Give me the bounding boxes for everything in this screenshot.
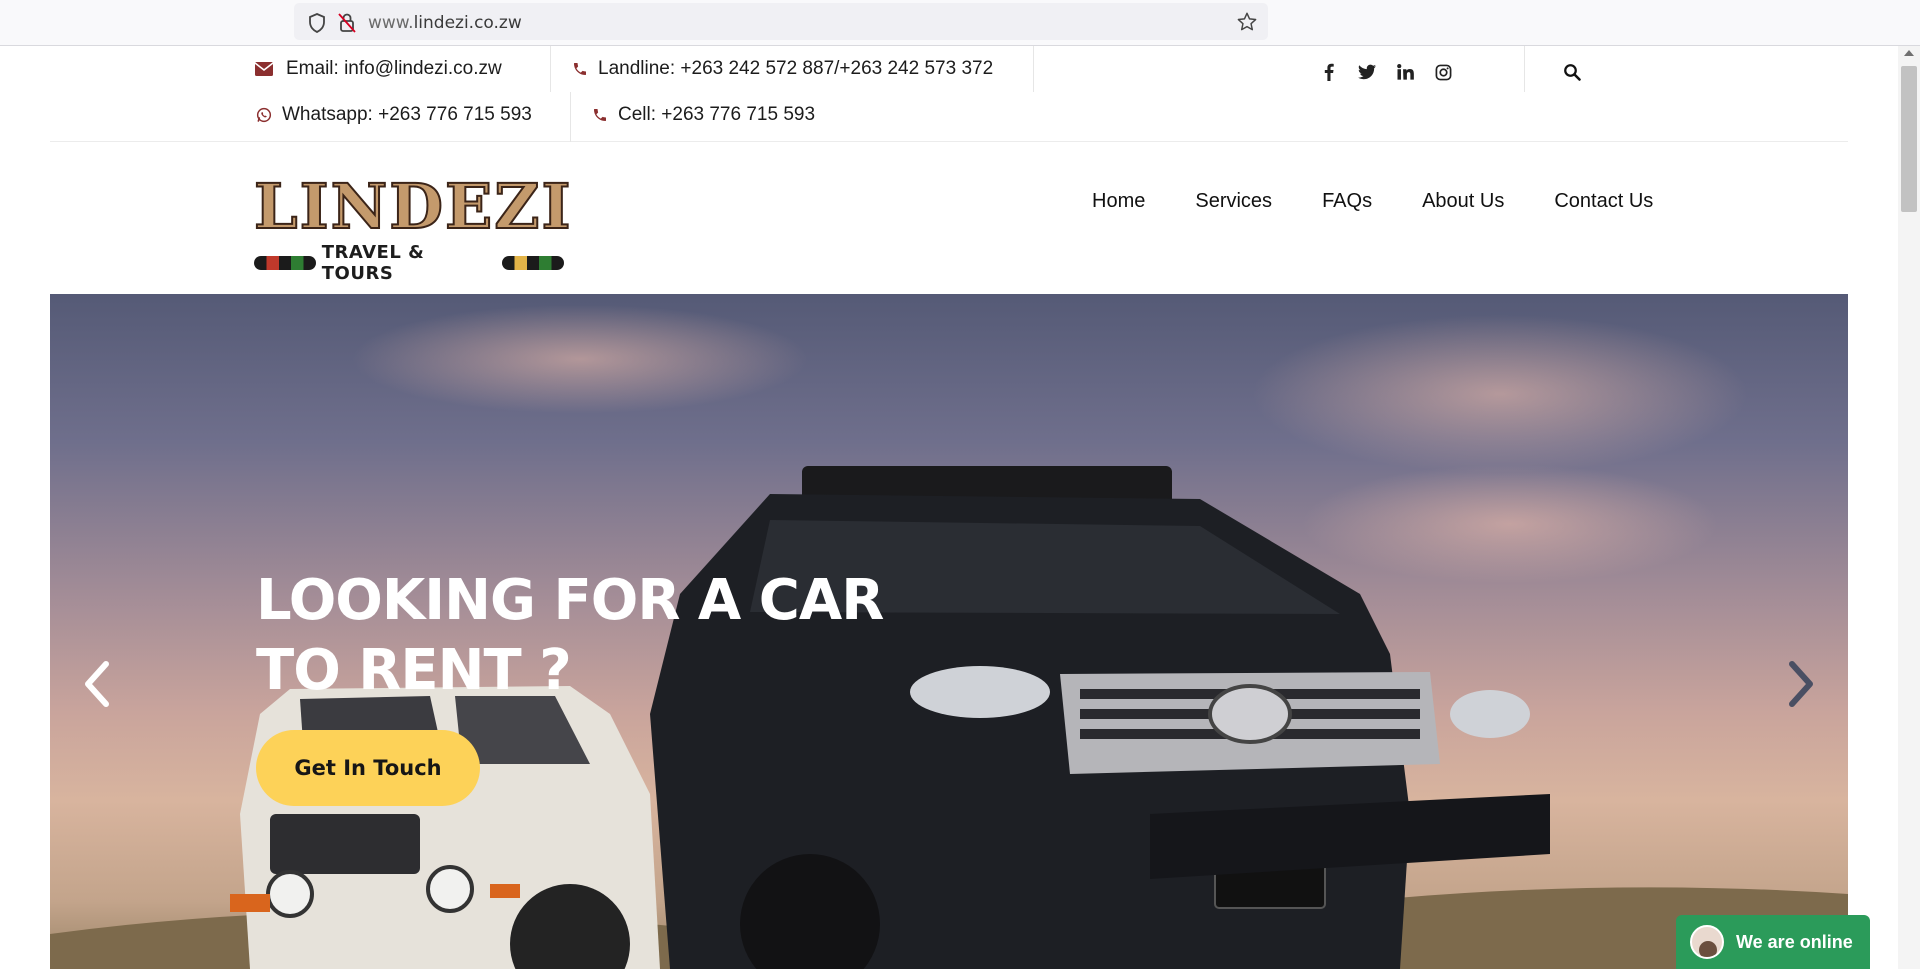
phone-icon xyxy=(590,105,610,125)
shield-icon[interactable] xyxy=(308,13,326,33)
facebook-icon[interactable] xyxy=(1316,59,1342,85)
url-text[interactable]: www.lindezi.co.zw xyxy=(368,13,522,33)
whatsapp-contact[interactable]: Whatsapp: +263 776 715 593 xyxy=(254,104,532,126)
url-domain: lindezi.co.zw xyxy=(413,13,522,33)
get-in-touch-button[interactable]: Get In Touch xyxy=(256,730,480,806)
logo-word: LINDEZI xyxy=(253,170,573,243)
divider xyxy=(550,46,551,92)
divider xyxy=(1524,46,1525,92)
hero-title: LOOKING FOR A CAR TO RENT ? xyxy=(256,568,884,703)
whatsapp-text: Whatsapp: +263 776 715 593 xyxy=(282,104,532,125)
logo-stripe-left xyxy=(254,256,316,270)
nav-contact-us[interactable]: Contact Us xyxy=(1554,190,1653,213)
twitter-icon[interactable] xyxy=(1354,59,1380,85)
cell-text: Cell: +263 776 715 593 xyxy=(618,104,816,125)
main-nav: Home Services FAQs About Us Contact Us xyxy=(1092,190,1703,213)
slider-prev-arrow-icon[interactable] xyxy=(76,652,116,712)
logo-stripe-right xyxy=(502,256,564,270)
nav-home[interactable]: Home xyxy=(1092,190,1145,213)
whatsapp-icon xyxy=(254,105,274,125)
linkedin-icon[interactable] xyxy=(1392,59,1418,85)
nav-faqs[interactable]: FAQs xyxy=(1322,190,1372,213)
address-bar[interactable]: www.lindezi.co.zw xyxy=(294,3,1268,40)
bookmark-star-icon[interactable] xyxy=(1236,11,1258,33)
nav-services[interactable]: Services xyxy=(1195,190,1272,213)
browser-toolbar: www.lindezi.co.zw xyxy=(0,0,1920,46)
envelope-icon xyxy=(254,59,274,79)
nav-about-us[interactable]: About Us xyxy=(1422,190,1504,213)
white-suv xyxy=(230,686,660,969)
hero-slider: LOOKING FOR A CAR TO RENT ? Get In Touch xyxy=(50,294,1848,969)
phone-icon xyxy=(570,59,590,79)
scrollbar-thumb[interactable] xyxy=(1901,66,1917,212)
top-info-bar: Email: info@lindezi.co.zw Landline: +263… xyxy=(50,46,1848,142)
chat-label: We are online xyxy=(1736,931,1853,952)
instagram-icon[interactable] xyxy=(1430,59,1456,85)
chat-widget[interactable]: We are online xyxy=(1676,915,1870,969)
divider xyxy=(1033,46,1034,92)
divider xyxy=(570,92,571,142)
site-logo[interactable]: LINDEZI TRAVEL & TOURS xyxy=(253,170,573,285)
url-prefix: www. xyxy=(368,13,414,33)
black-suv xyxy=(650,466,1550,969)
email-text: Email: info@lindezi.co.zw xyxy=(286,58,502,79)
agent-avatar xyxy=(1690,925,1724,959)
page-scrollbar[interactable] xyxy=(1898,46,1920,969)
logo-tag-row: TRAVEL & TOURS xyxy=(254,242,564,284)
scroll-up-arrow-icon[interactable] xyxy=(1904,50,1914,56)
slider-next-arrow-icon[interactable] xyxy=(1782,652,1822,712)
email-contact[interactable]: Email: info@lindezi.co.zw xyxy=(254,58,502,80)
landline-text: Landline: +263 242 572 887/+263 242 573 … xyxy=(598,58,994,79)
cell-contact[interactable]: Cell: +263 776 715 593 xyxy=(590,104,815,126)
insecure-lock-icon[interactable] xyxy=(338,12,356,34)
landline-contact[interactable]: Landline: +263 242 572 887/+263 242 573 … xyxy=(570,58,993,80)
search-icon[interactable] xyxy=(1558,58,1586,86)
logo-tagline: TRAVEL & TOURS xyxy=(321,242,425,284)
